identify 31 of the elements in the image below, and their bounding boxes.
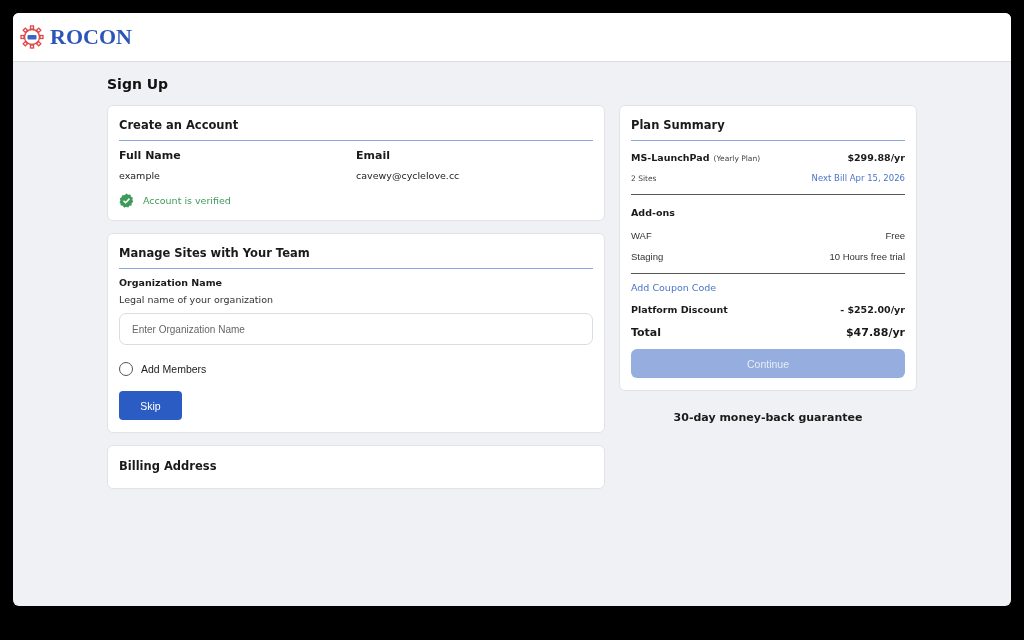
gear-logo-icon <box>20 25 44 49</box>
verified-status: Account is verified <box>143 195 231 206</box>
radio-label: Add Members <box>141 363 207 375</box>
field-label: Email <box>356 149 391 162</box>
card-title: Manage Sites with Your Team <box>119 246 593 269</box>
addon-name: WAF <box>631 230 652 241</box>
field-value: cavewy@cyclelove.cc <box>356 170 461 181</box>
field-label: Organization Name <box>119 277 224 288</box>
card-title: Plan Summary <box>631 118 905 141</box>
addon-name: Staging <box>631 251 664 262</box>
add-coupon-link[interactable]: Add Coupon Code <box>631 282 717 293</box>
next-bill-date: Next Bill Apr 15, 2026 <box>811 173 905 183</box>
field-hint: Legal name of your organization <box>119 294 275 305</box>
discount-value: - $252.00/yr <box>840 304 905 315</box>
total-label: Total <box>631 326 662 339</box>
total-value: $47.88/yr <box>845 326 905 339</box>
field-label: Full Name <box>119 149 182 162</box>
skip-button[interactable]: Skip <box>119 391 182 420</box>
page-title: Sign Up <box>107 76 170 92</box>
addon-value: 10 Hours free trial <box>829 251 905 262</box>
organization-name-input[interactable]: Enter Organization Name <box>119 313 593 345</box>
addon-value: Free <box>885 230 905 241</box>
logo-wordmark: ROCON <box>50 24 132 50</box>
plan-name: MS-LaunchPad <box>631 152 710 163</box>
discount-label: Platform Discount <box>631 304 728 315</box>
field-value: example <box>119 170 161 181</box>
card-title: Billing Address <box>119 458 218 475</box>
card-title: Create an Account <box>119 118 593 141</box>
guarantee-text: 30-day money-back guarantee <box>672 411 864 424</box>
plan-price: $299.88/yr <box>847 152 905 163</box>
section-heading: Add-ons <box>631 207 675 218</box>
